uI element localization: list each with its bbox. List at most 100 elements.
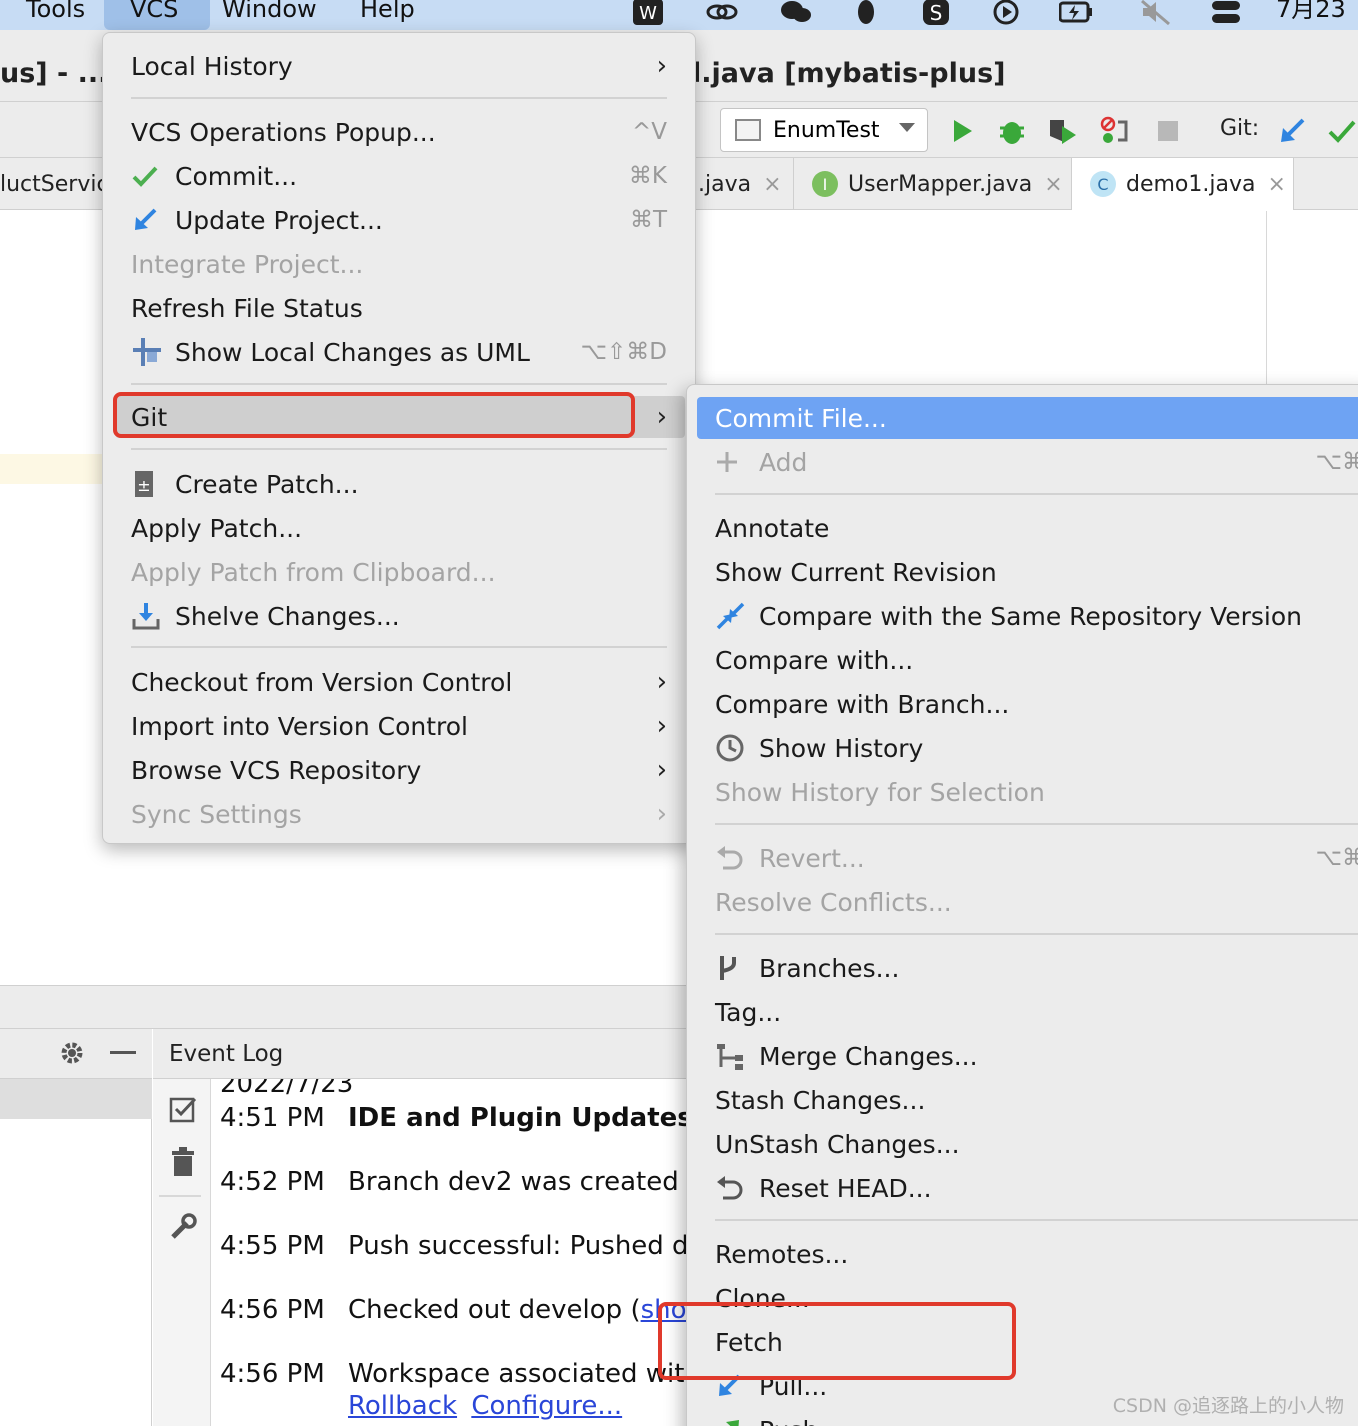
run-icon[interactable] bbox=[944, 114, 980, 148]
configure-link[interactable]: Configure... bbox=[471, 1391, 622, 1421]
log-time: 4:51 PM bbox=[220, 1103, 325, 1133]
menu-item-local-history[interactable]: Local History › bbox=[131, 46, 667, 86]
coverage-icon[interactable] bbox=[1044, 114, 1080, 148]
menu-item-commit[interactable]: Commit... ⌘K bbox=[131, 156, 667, 196]
debug-icon[interactable] bbox=[994, 114, 1030, 148]
menu-item-compare-same-repo[interactable]: Compare with the Same Repository Version bbox=[715, 596, 1358, 636]
menu-item-add[interactable]: Add ⌥⌘ bbox=[715, 442, 1358, 482]
menu-item-revert[interactable]: Revert... ⌥⌘ bbox=[715, 838, 1358, 878]
qq-icon[interactable] bbox=[846, 0, 886, 26]
tab-usermapper[interactable]: I UserMapper.java × bbox=[794, 158, 1072, 210]
log-text: Workspace associated wit bbox=[348, 1359, 685, 1389]
menubar-tools[interactable]: Tools bbox=[26, 0, 85, 30]
menu-item-compare-with[interactable]: Compare with... bbox=[715, 640, 1358, 680]
menu-item-label: Commit... bbox=[175, 161, 298, 191]
gear-icon[interactable] bbox=[58, 1039, 86, 1071]
close-icon[interactable]: × bbox=[1267, 172, 1285, 197]
mute-icon[interactable] bbox=[1136, 0, 1176, 26]
menu-item-refresh-file-status[interactable]: Refresh File Status bbox=[131, 288, 667, 328]
annotation-highlight-git bbox=[113, 392, 635, 438]
git-update-icon[interactable] bbox=[1274, 114, 1310, 148]
word-icon[interactable]: W bbox=[628, 0, 668, 26]
merge-icon bbox=[715, 1041, 759, 1071]
run-configuration-dropdown[interactable]: EnumTest bbox=[720, 108, 928, 152]
tab-demo1[interactable]: C demo1.java × bbox=[1072, 158, 1294, 210]
close-icon[interactable]: × bbox=[1044, 172, 1062, 197]
log-time: 4:56 PM bbox=[220, 1359, 325, 1389]
mac-menu-bar: Tools VCS Window Help W S 7月23 bbox=[0, 0, 1358, 30]
menu-item-resolve-conflicts[interactable]: Resolve Conflicts... bbox=[715, 882, 1358, 922]
menu-item-show-local-changes-uml[interactable]: Show Local Changes as UML ⌥⇧⌘D bbox=[131, 332, 667, 372]
menu-item-show-history-selection[interactable]: Show History for Selection bbox=[715, 772, 1358, 812]
menu-item-label: Apply Patch from Clipboard... bbox=[131, 557, 496, 587]
skype-icon[interactable]: S bbox=[916, 0, 956, 26]
log-text: Branch dev2 was created ( bbox=[348, 1167, 692, 1197]
menu-item-update-project[interactable]: Update Project... ⌘T bbox=[131, 200, 667, 240]
mark-read-icon[interactable] bbox=[169, 1095, 197, 1127]
tab-product-service[interactable]: luctServic bbox=[0, 158, 109, 210]
battery-icon[interactable] bbox=[1056, 0, 1096, 26]
menu-item-browse-vcs-repository[interactable]: Browse VCS Repository › bbox=[131, 750, 667, 790]
tab-java[interactable]: .java × bbox=[692, 158, 794, 210]
toolbar-divider bbox=[159, 1195, 201, 1197]
menu-item-label: Branches... bbox=[759, 953, 900, 983]
control-center-icon[interactable] bbox=[1206, 0, 1246, 26]
menu-item-import-into-vcs[interactable]: Import into Version Control › bbox=[131, 706, 667, 746]
menu-item-apply-patch-clipboard[interactable]: Apply Patch from Clipboard... bbox=[131, 552, 667, 592]
menubar-window[interactable]: Window bbox=[222, 0, 317, 30]
run-config-icon bbox=[735, 119, 761, 141]
shortcut: ⌥⌘ bbox=[1315, 845, 1358, 871]
menu-item-reset-head[interactable]: Reset HEAD... bbox=[715, 1168, 1358, 1208]
minimize-icon[interactable] bbox=[110, 1051, 136, 1054]
revert-icon bbox=[715, 844, 759, 872]
menu-item-integrate-project[interactable]: Integrate Project... bbox=[131, 244, 667, 284]
menu-item-show-history[interactable]: Show History bbox=[715, 728, 1358, 768]
vcs-menu: Local History › VCS Operations Popup... … bbox=[102, 32, 696, 844]
menu-item-tag[interactable]: Tag... bbox=[715, 992, 1358, 1032]
menu-item-compare-with-branch[interactable]: Compare with Branch... bbox=[715, 684, 1358, 724]
menu-separator bbox=[131, 646, 667, 648]
menu-item-vcs-operations-popup[interactable]: VCS Operations Popup... ^V bbox=[131, 112, 667, 152]
menu-item-checkout-from-vcs[interactable]: Checkout from Version Control › bbox=[131, 662, 667, 702]
git-submenu: Commit File... Add ⌥⌘ Annotate Show Curr… bbox=[686, 384, 1358, 1426]
menu-item-label: Local History bbox=[131, 51, 293, 81]
menu-item-label: Show Current Revision bbox=[715, 557, 997, 587]
menu-item-stash-changes[interactable]: Stash Changes... bbox=[715, 1080, 1358, 1120]
clock[interactable]: 7月23 bbox=[1276, 0, 1346, 30]
menubar-help[interactable]: Help bbox=[360, 0, 415, 30]
menu-item-apply-patch[interactable]: Apply Patch... bbox=[131, 508, 667, 548]
annotation-highlight-fetch bbox=[658, 1302, 1016, 1380]
right-margin-guide bbox=[1266, 211, 1267, 386]
menu-item-branches[interactable]: Branches... bbox=[715, 948, 1358, 988]
push-icon bbox=[715, 1417, 759, 1426]
wrench-icon[interactable] bbox=[169, 1213, 197, 1245]
stop-icon[interactable] bbox=[1150, 114, 1186, 148]
menu-item-annotate[interactable]: Annotate bbox=[715, 508, 1358, 548]
git-commit-icon[interactable] bbox=[1324, 114, 1358, 148]
menu-item-remotes[interactable]: Remotes... bbox=[715, 1234, 1358, 1274]
log-entry: 4:51 PM IDE and Plugin Updates: I bbox=[220, 1103, 692, 1133]
menubar-vcs[interactable]: VCS bbox=[104, 0, 210, 30]
tab-label: .java bbox=[698, 171, 752, 197]
menu-item-show-current-revision[interactable]: Show Current Revision bbox=[715, 552, 1358, 592]
menu-item-shelve-changes[interactable]: Shelve Changes... bbox=[131, 596, 667, 636]
menu-item-sync-settings[interactable]: Sync Settings › bbox=[131, 794, 667, 834]
profile-icon[interactable] bbox=[1096, 114, 1132, 148]
chevron-down-icon bbox=[899, 123, 915, 132]
menu-item-label: Show Local Changes as UML bbox=[175, 337, 530, 367]
menu-item-merge-changes[interactable]: Merge Changes... bbox=[715, 1036, 1358, 1076]
menu-item-create-patch[interactable]: ± Create Patch... bbox=[131, 464, 667, 504]
menu-item-commit-file[interactable]: Commit File... bbox=[715, 398, 1358, 438]
trash-icon[interactable] bbox=[171, 1147, 195, 1181]
rollback-link[interactable]: Rollback bbox=[348, 1391, 457, 1421]
menu-item-unstash-changes[interactable]: UnStash Changes... bbox=[715, 1124, 1358, 1164]
play-circle-icon[interactable] bbox=[986, 0, 1026, 26]
class-icon: C bbox=[1090, 171, 1116, 197]
log-text: Checked out develop ( bbox=[348, 1295, 641, 1325]
event-log-content[interactable]: 2022/7/23 4:51 PM IDE and Plugin Updates:… bbox=[212, 1079, 692, 1426]
wechat-icon[interactable] bbox=[776, 0, 816, 26]
selected-row[interactable] bbox=[0, 1079, 152, 1119]
link-icon[interactable] bbox=[702, 0, 742, 26]
close-icon[interactable]: × bbox=[763, 172, 781, 197]
menu-item-label: Sync Settings bbox=[131, 799, 302, 829]
